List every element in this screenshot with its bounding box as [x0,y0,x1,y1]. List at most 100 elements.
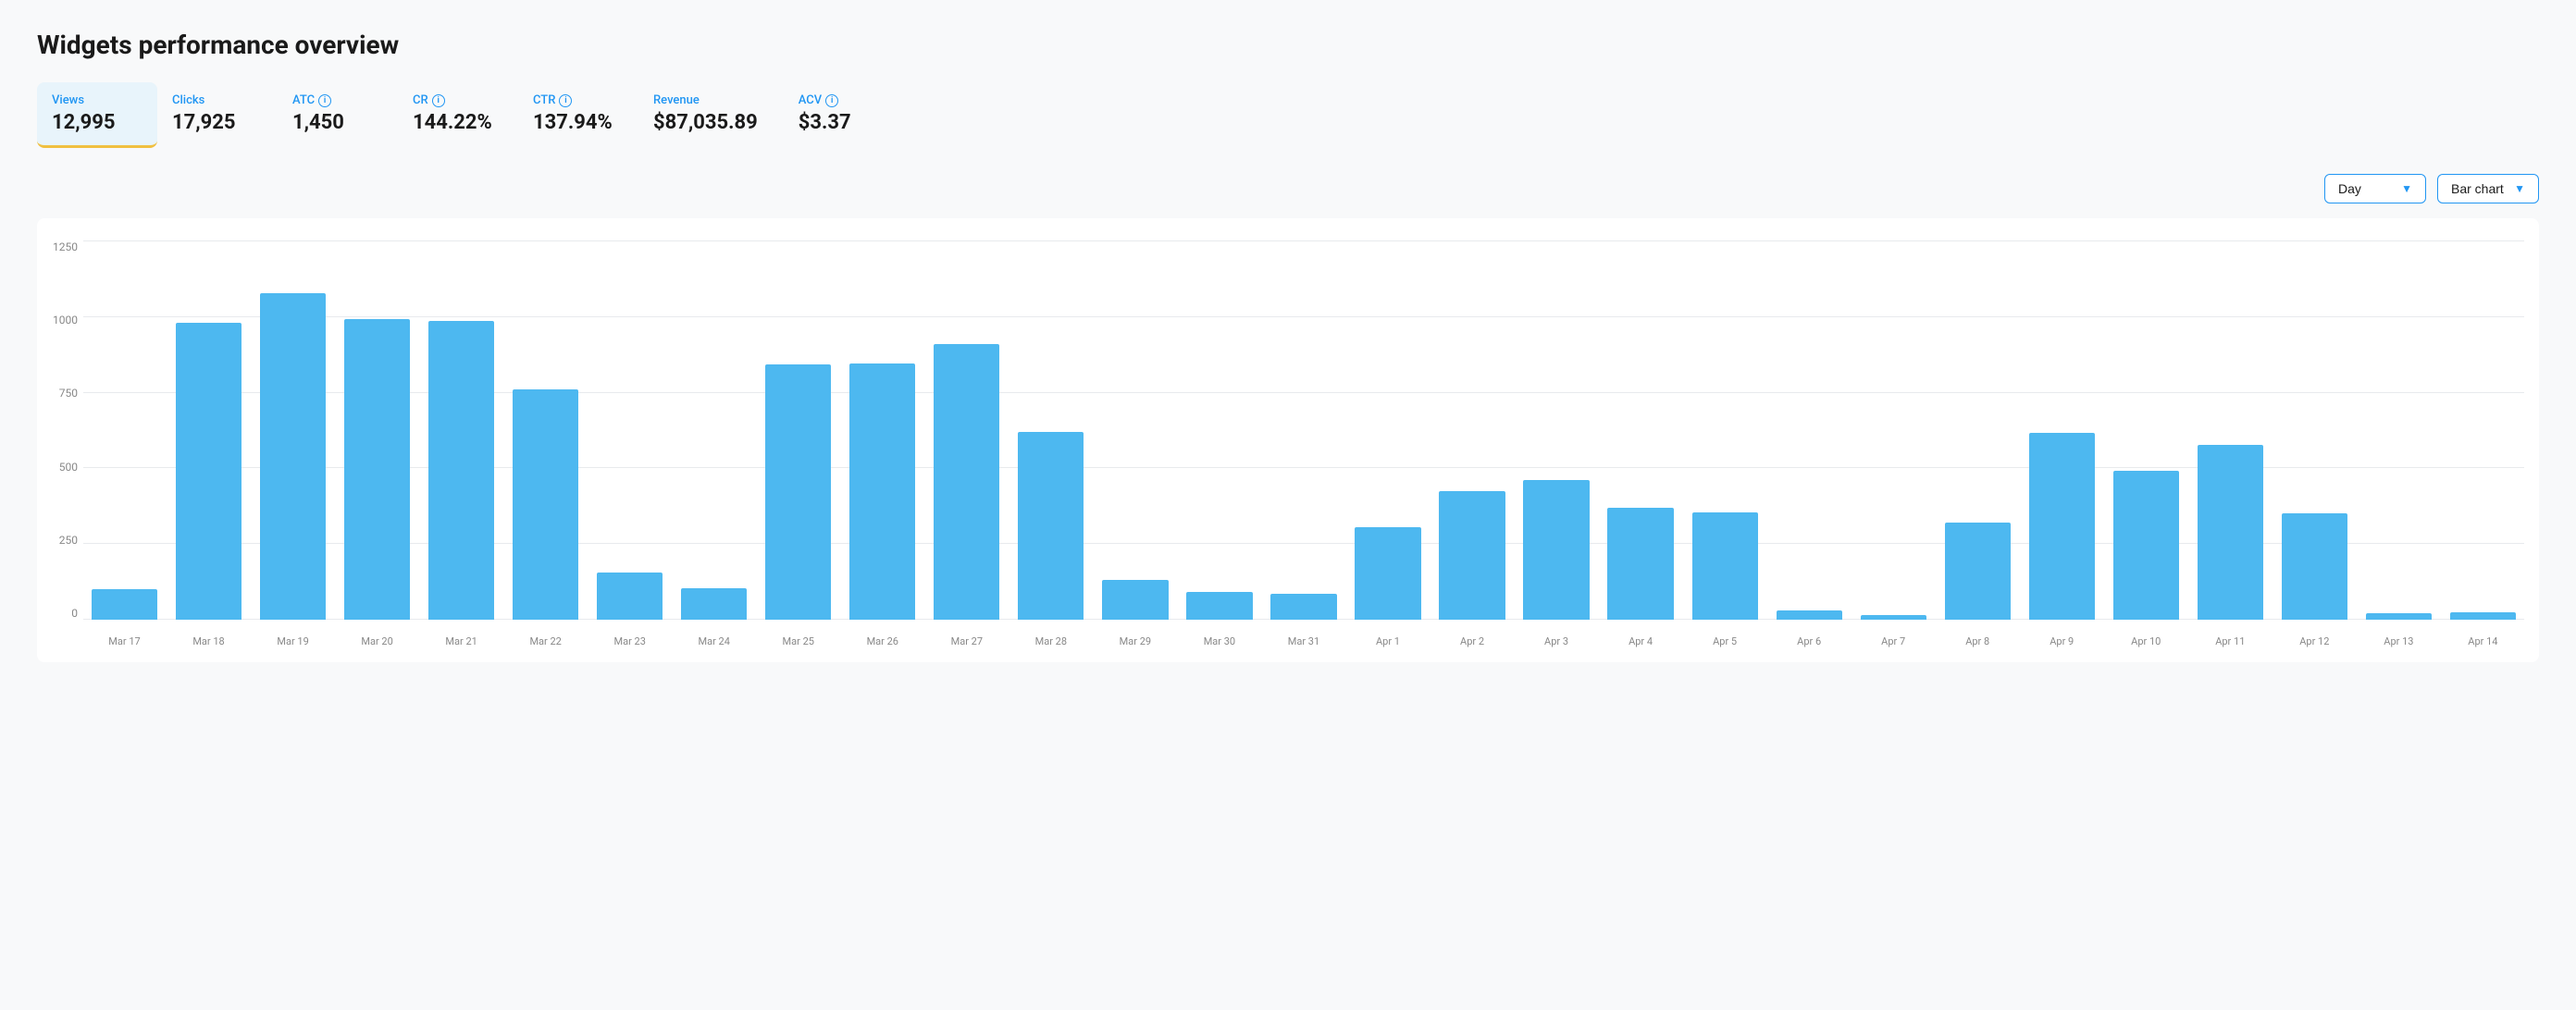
bar-group[interactable] [1600,240,1682,620]
metric-label-ctr: CTRi [533,93,613,107]
bar-group[interactable] [1937,240,2019,620]
x-label: Mar 29 [1094,635,1176,647]
metric-value-acv: $3.37 [799,111,878,134]
metric-value-cr: 144.22% [413,111,492,134]
x-label: Apr 14 [2442,635,2524,647]
metric-card-atc[interactable]: ATCi1,450 [278,82,398,145]
bar [2282,513,2347,620]
y-label: 500 [43,461,78,474]
metric-label-acv: ACVi [799,93,878,107]
metrics-row: Views 12,995 Clicks17,925ATCi1,450CRi144.2… [37,82,2539,148]
bar [513,389,578,620]
x-label: Apr 11 [2189,635,2272,647]
metric-card-ctr[interactable]: CTRi 137.94% [518,82,638,145]
info-icon-acv: i [825,94,838,107]
y-label: 750 [43,387,78,400]
info-icon-atc: i [318,94,331,107]
bar-group[interactable] [1262,240,1344,620]
bar-group[interactable] [336,240,418,620]
y-label: 1250 [43,240,78,253]
bar-group[interactable] [1094,240,1176,620]
bar-group[interactable] [2358,240,2440,620]
metric-card-clicks[interactable]: Clicks17,925 [157,82,278,145]
bar-group[interactable] [588,240,671,620]
bar [1861,615,1926,620]
chart-type-label: Bar chart [2451,181,2504,196]
metric-label-views: Views [52,93,131,107]
x-label: Mar 19 [252,635,334,647]
bar-group[interactable] [841,240,923,620]
bar [1607,508,1673,620]
bar [934,344,999,620]
chart-type-dropdown[interactable]: Bar chart ▼ [2437,174,2539,203]
x-label: Apr 7 [1852,635,1935,647]
x-label: Mar 28 [1009,635,1092,647]
bar-group[interactable] [504,240,587,620]
bar [344,319,410,620]
metric-card-cr[interactable]: CRi144.22% [398,82,518,145]
x-label: Mar 31 [1262,635,1344,647]
bar-group[interactable] [2189,240,2272,620]
bar-group[interactable] [1852,240,1935,620]
x-label: Mar 27 [925,635,1008,647]
bar-group[interactable] [673,240,755,620]
bar-group[interactable] [2442,240,2524,620]
x-label: Apr 4 [1600,635,1682,647]
x-label: Apr 6 [1768,635,1851,647]
metric-value-ctr: 137.94% [533,111,613,134]
bar [765,364,831,620]
metric-value-views: 12,995 [52,111,131,134]
bar-group[interactable] [2021,240,2103,620]
bar-group[interactable] [2105,240,2187,620]
x-label: Mar 23 [588,635,671,647]
bar-group[interactable] [1684,240,1766,620]
bar [260,293,326,620]
metric-card-views[interactable]: Views 12,995 [37,82,157,148]
bar-group[interactable] [83,240,166,620]
metric-card-revenue[interactable]: Revenue$87,035.89 [638,82,784,145]
x-label: Apr 10 [2105,635,2187,647]
period-dropdown[interactable]: Day ▼ [2324,174,2426,203]
bar-group[interactable] [1768,240,1851,620]
chart-container: 025050075010001250 Mar 17Mar 18Mar 19Mar… [37,218,2539,662]
chart-type-chevron-icon: ▼ [2514,182,2525,195]
x-label: Mar 22 [504,635,587,647]
x-label: Apr 3 [1516,635,1598,647]
period-label: Day [2338,181,2361,196]
metric-label-atc: ATCi [292,93,372,107]
bar [2113,471,2179,620]
metric-card-acv[interactable]: ACVi $3.37 [784,82,904,145]
bar [1186,592,1252,620]
x-label: Mar 24 [673,635,755,647]
bar [2450,612,2516,620]
bar-group[interactable] [1516,240,1598,620]
bar [176,323,242,620]
bar-group[interactable] [925,240,1008,620]
bar [1270,594,1336,620]
y-axis: 025050075010001250 [43,240,78,647]
bar [1777,610,1842,620]
bar [1439,491,1505,620]
bar-group[interactable] [167,240,250,620]
x-label: Mar 26 [841,635,923,647]
metric-label-revenue: Revenue [653,93,758,107]
bar-group[interactable] [1431,240,1514,620]
metric-value-clicks: 17,925 [172,111,252,134]
bar-group[interactable] [252,240,334,620]
bar [1692,512,1758,620]
bar [681,588,747,620]
x-labels: Mar 17Mar 18Mar 19Mar 20Mar 21Mar 22Mar … [83,622,2524,647]
bar-group[interactable] [1178,240,1260,620]
bar-group[interactable] [1346,240,1429,620]
bar-group[interactable] [757,240,839,620]
bar [1102,580,1168,620]
x-label: Mar 17 [83,635,166,647]
bar [92,589,157,620]
x-label: Mar 18 [167,635,250,647]
bar [849,363,915,620]
bar-group[interactable] [2273,240,2356,620]
bar [428,321,494,620]
bar-group[interactable] [420,240,502,620]
bar-group[interactable] [1009,240,1092,620]
period-chevron-icon: ▼ [2401,182,2412,195]
